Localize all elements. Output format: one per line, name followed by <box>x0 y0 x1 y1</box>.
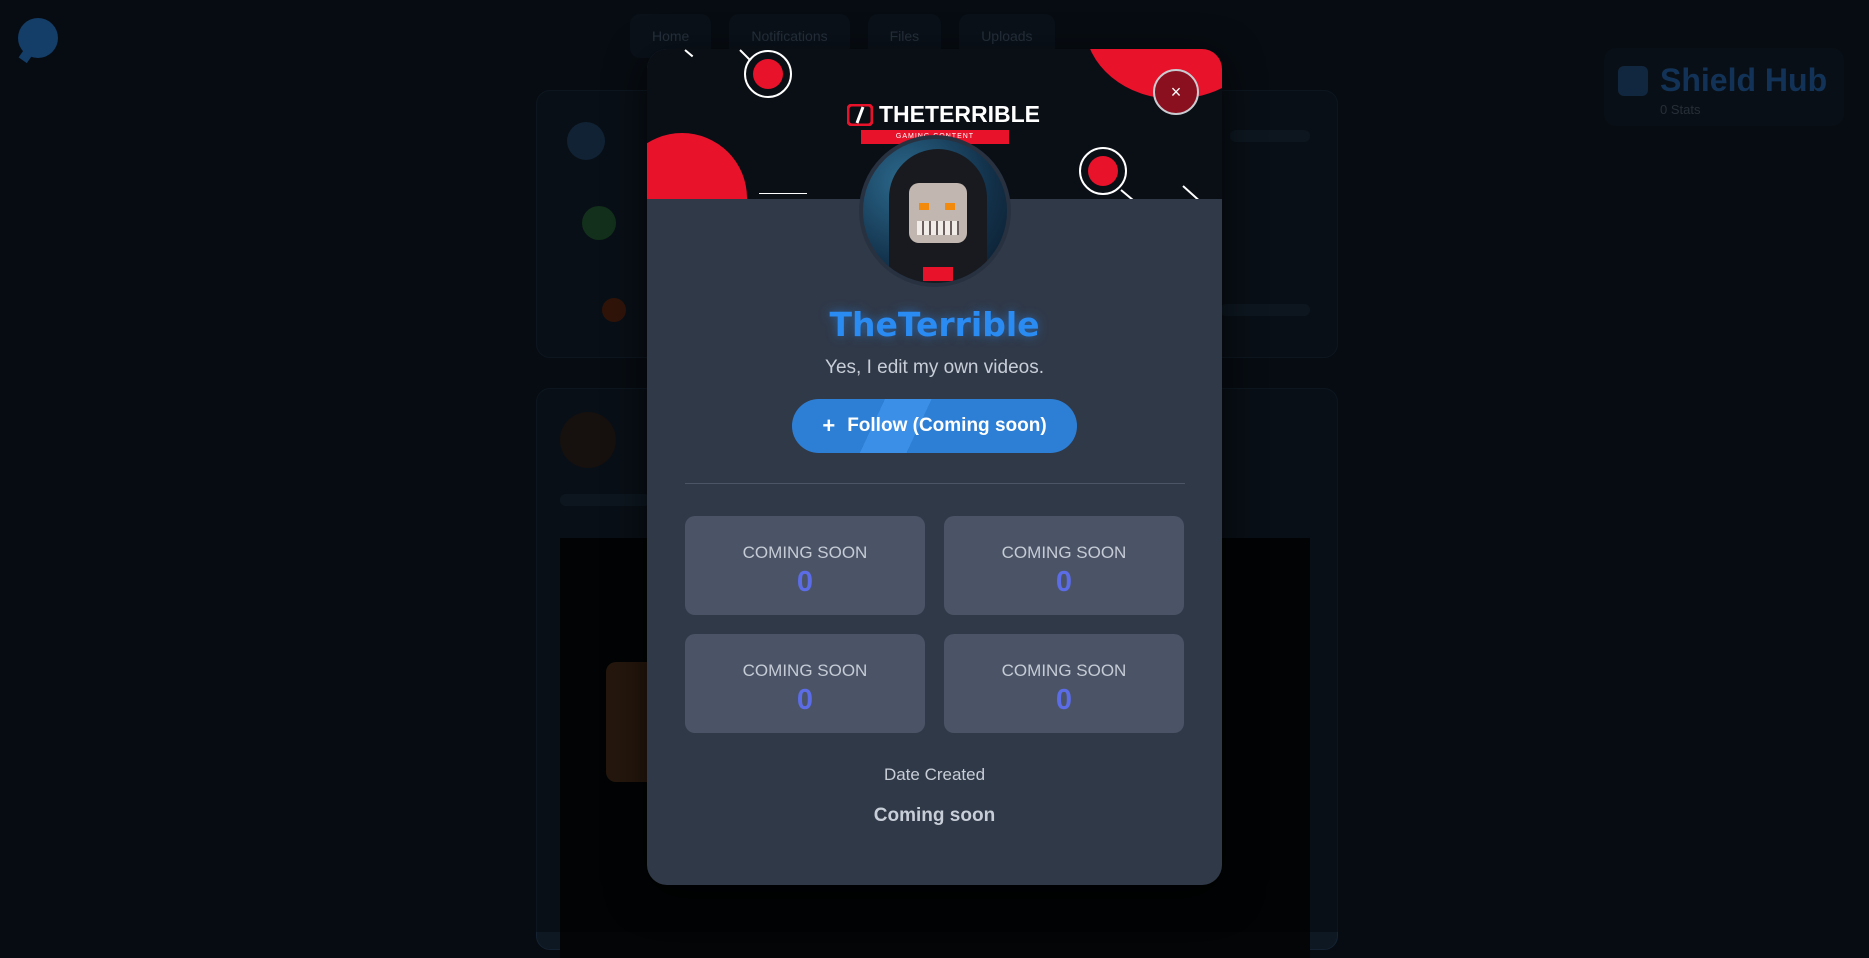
close-icon: × <box>1170 81 1182 102</box>
banner-line <box>1182 185 1201 199</box>
avatar <box>859 135 1011 287</box>
banner-line <box>1120 189 1139 199</box>
banner-line <box>739 49 751 61</box>
stat-label: COMING SOON <box>1001 661 1127 680</box>
stat-value: 0 <box>1055 566 1073 598</box>
stat-value: 0 <box>1055 684 1073 716</box>
plus-icon: + <box>822 413 836 438</box>
follow-button[interactable]: + Follow (Coming soon) <box>792 399 1077 453</box>
stat-card: COMING SOON 0 <box>944 516 1184 615</box>
date-created-label: Date Created <box>883 765 986 784</box>
banner-line <box>684 49 694 58</box>
stat-card: COMING SOON 0 <box>944 634 1184 733</box>
avatar-shirt-logo <box>923 267 953 281</box>
stat-label: COMING SOON <box>1001 543 1127 562</box>
stat-value: 0 <box>796 566 814 598</box>
banner-line <box>759 193 807 194</box>
banner-target-icon <box>744 50 792 98</box>
brand-logo: THETERRIBLE <box>846 101 1040 128</box>
stat-label: COMING SOON <box>742 543 868 562</box>
stat-value: 0 <box>796 684 814 716</box>
code-brackets-icon <box>846 103 874 126</box>
user-bio: Yes, I edit my own videos. <box>825 357 1044 378</box>
username: TheTerrible <box>829 305 1040 344</box>
brand-text: THETERRIBLE <box>879 101 1040 127</box>
stat-label: COMING SOON <box>742 661 868 680</box>
date-created-value: Coming soon <box>873 805 996 826</box>
stat-card: COMING SOON 0 <box>685 634 925 733</box>
follow-button-label: Follow (Coming soon) <box>847 415 1047 436</box>
divider <box>685 483 1185 484</box>
banner-red-circle <box>647 133 747 199</box>
profile-modal: THETERRIBLE GAMING CONTENT × TheTerrible… <box>647 49 1222 885</box>
stat-card: COMING SOON 0 <box>685 516 925 615</box>
avatar-face <box>909 183 967 243</box>
banner-target-icon <box>1079 147 1127 195</box>
close-button[interactable]: × <box>1153 69 1199 115</box>
